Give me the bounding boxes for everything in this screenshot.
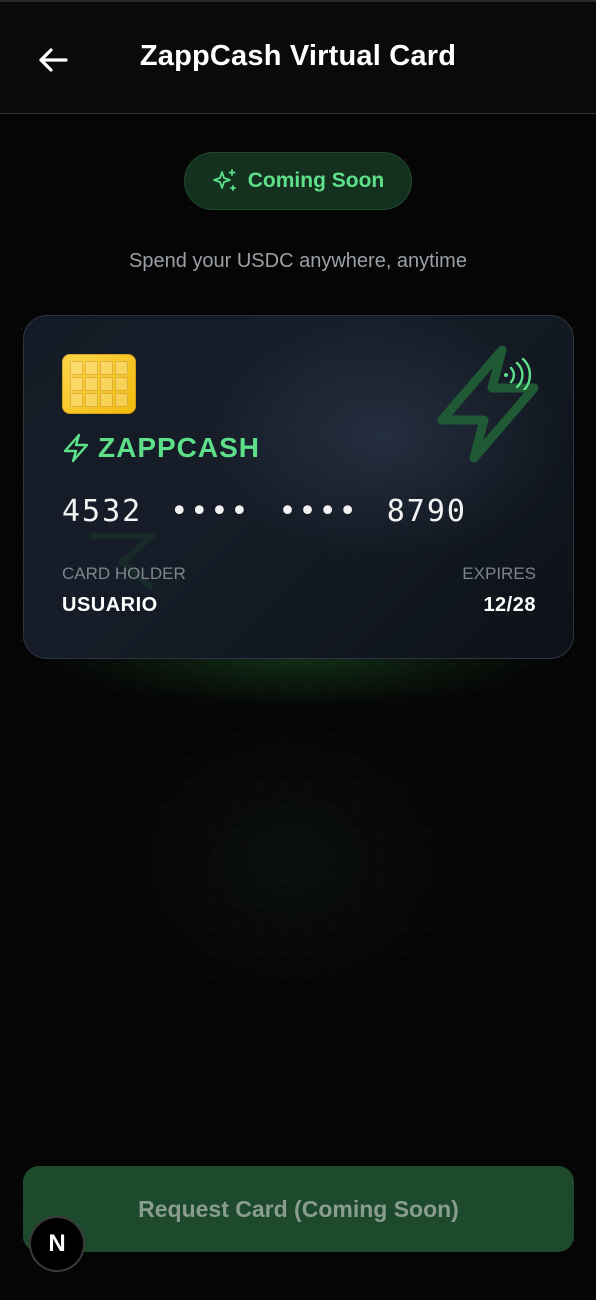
card-number-group-1: 4532 [62, 494, 143, 529]
virtual-card: ZAPPCASH 4532 •••• •••• 8790 CARD HOLDER… [23, 315, 574, 659]
page-title: ZappCash Virtual Card [139, 40, 457, 72]
contactless-icon [504, 357, 532, 390]
expires-label: EXPIRES [462, 564, 536, 583]
header-bar: ZappCash Virtual Card [0, 0, 596, 114]
card-brand-name: ZAPPCASH [98, 432, 261, 463]
sparkles-icon [212, 168, 238, 194]
card-brand: ZAPPCASH [62, 432, 260, 464]
card-number: 4532 •••• •••• 8790 [62, 494, 467, 529]
screen: ZappCash Virtual Card Coming Soon Spend … [0, 0, 596, 1300]
request-card-button[interactable]: Request Card (Coming Soon) [23, 1166, 574, 1252]
coming-soon-badge: Coming Soon [184, 152, 412, 210]
lightning-bolt-icon [63, 433, 89, 463]
coming-soon-label: Coming Soon [247, 169, 385, 192]
card-holder-name: USUARIO [62, 594, 158, 616]
card-number-group-3: •••• [278, 494, 359, 529]
subtitle-text: Spend your USDC anywhere, anytime [129, 250, 467, 272]
card-holder-label: CARD HOLDER [62, 564, 186, 583]
card-number-group-4: 8790 [386, 494, 467, 529]
dev-indicator-button[interactable]: N [29, 1216, 85, 1272]
expires-value: 12/28 [483, 594, 536, 616]
card-chip [62, 354, 136, 414]
card-number-group-2: •••• [170, 494, 251, 529]
